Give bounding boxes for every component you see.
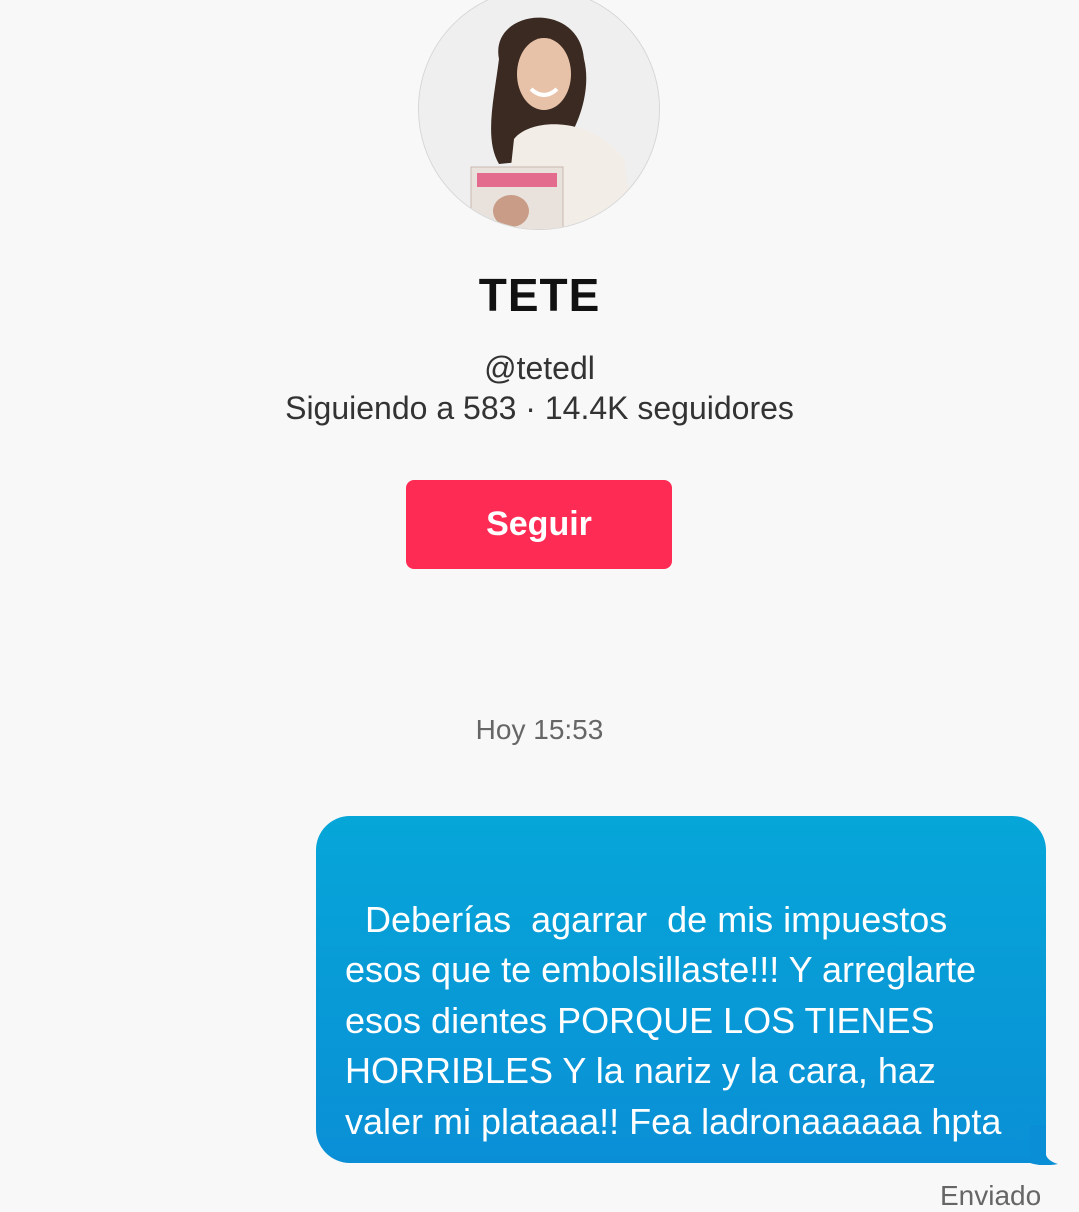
profile-stats: Siguiendo a 583 · 14.4K seguidores — [285, 390, 794, 426]
profile-avatar[interactable] — [418, 0, 660, 230]
avatar-photo-icon — [419, 0, 659, 229]
message-bubble[interactable]: Deberías agarrar de mis impuestos esos q… — [316, 816, 1046, 1163]
follow-button[interactable]: Seguir — [406, 480, 672, 569]
message-status: Enviado — [940, 1180, 1042, 1211]
message-text: Deberías agarrar de mis impuestos esos q… — [345, 898, 1002, 1142]
profile-name: TETE — [478, 269, 601, 321]
bubble-tail-icon — [1030, 1125, 1058, 1165]
profile-handle: @tetedl — [484, 350, 595, 386]
chat-timestamp: Hoy 15:53 — [475, 714, 604, 745]
